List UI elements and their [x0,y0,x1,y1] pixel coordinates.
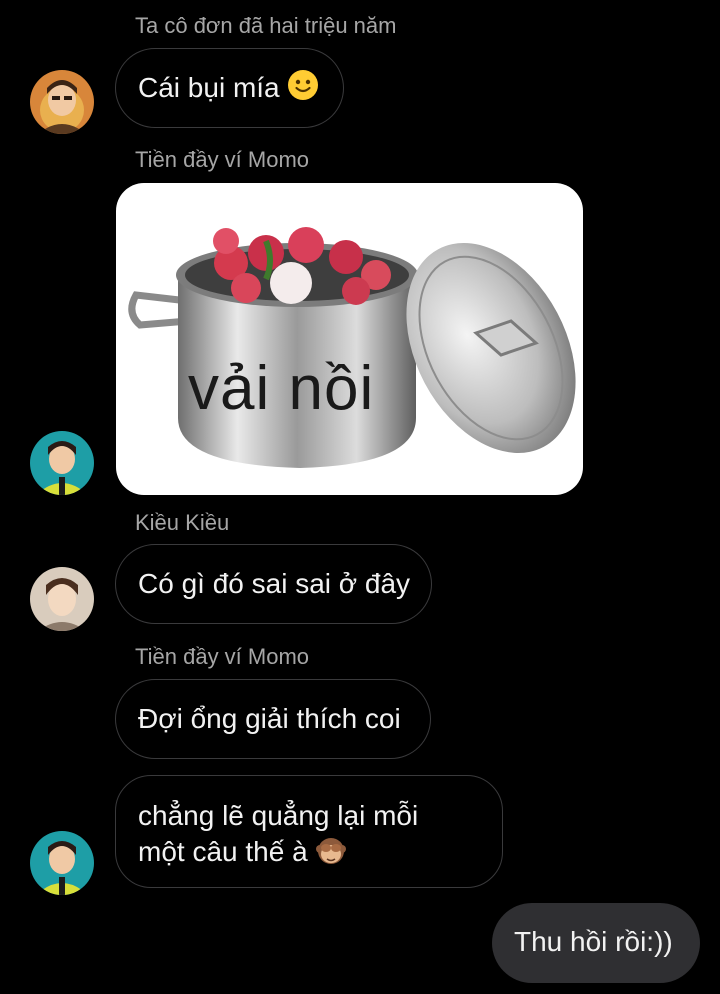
sender-name: Tiền đầy ví Momo [135,644,310,669]
message-text-line-2: một câu thế à [138,834,480,875]
avatar[interactable] [30,567,94,631]
message-text-line: chẳng lẽ quẳng lại mỗi [138,800,419,831]
avatar[interactable] [30,431,94,495]
message-text: Có gì đó sai sai ở đây [138,568,411,599]
message-bubble[interactable]: Cái bụi mía [115,48,344,128]
image-caption: vải nồi [188,354,375,423]
avatar[interactable] [30,831,94,895]
slightly-smiling-face-icon [287,53,319,131]
message-text: Đợi ổng giải thích coi [138,703,401,734]
message-bubble[interactable]: Có gì đó sai sai ở đây [115,544,432,624]
message-bubble[interactable]: chẳng lẽ quẳng lại mỗi một câu thế à [115,775,503,888]
sender-name: Kiều Kiều [135,510,230,535]
see-no-evil-monkey-icon [315,834,347,875]
sender-name: Tiền đầy ví Momo [135,147,310,172]
message-text: Cái bụi mía [138,72,280,103]
outgoing-message-bubble[interactable]: Thu hồi rồi:)) [492,903,700,983]
avatar[interactable] [30,70,94,134]
sender-name: Ta cô đơn đã hai triệu năm [135,13,397,38]
shared-image[interactable]: vải nồi [116,183,583,495]
message-bubble[interactable]: Đợi ổng giải thích coi [115,679,431,759]
message-text: Thu hồi rồi:)) [514,926,673,957]
pot-of-lychees-image [128,227,576,468]
